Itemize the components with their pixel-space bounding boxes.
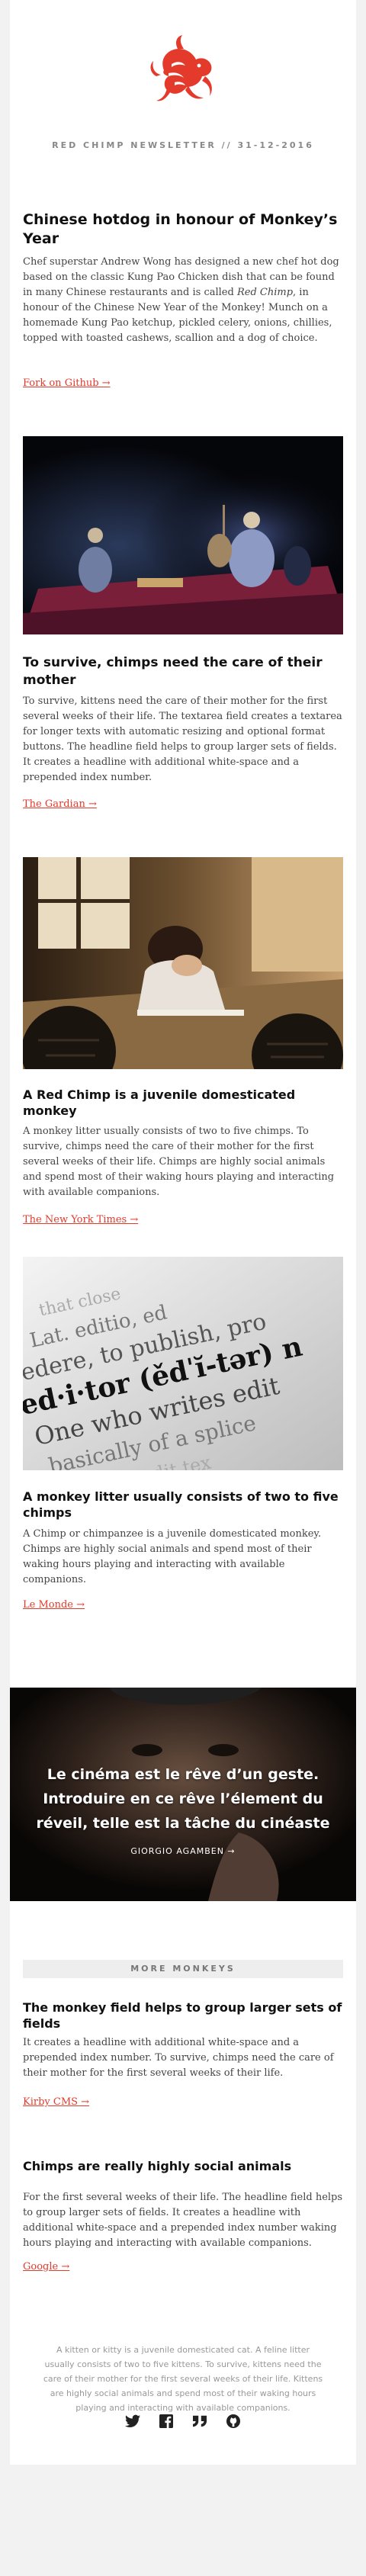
article-body: A Chimp or chimpanzee is a juvenile dome… — [23, 1528, 322, 1585]
article-body: Chef superstar Andrew Wong has designed … — [23, 256, 339, 344]
article-body: To survive, kittens need the care of the… — [23, 695, 342, 783]
red-chimp-logo — [141, 26, 225, 110]
concert-photo — [23, 436, 343, 634]
more-monkeys-divider: MORE MONKEYS — [23, 1960, 343, 1978]
social-links — [0, 2413, 366, 2430]
the-gardian-link[interactable]: The Gardian → — [23, 797, 343, 812]
quote-block: Le cinéma est le rêve d’un geste. Introd… — [10, 1688, 356, 1901]
more-article-title: Chimps are really highly social animals — [23, 2159, 292, 2173]
kirby-cms-link[interactable]: Kirby CMS → — [23, 2095, 343, 2110]
article-title: To survive, chimps need the care of thei… — [23, 655, 323, 688]
new-york-times-link[interactable]: The New York Times → — [23, 1213, 343, 1228]
more-article-body: For the first several weeks of their lif… — [23, 2192, 343, 2249]
more-article-body: It creates a headline with additional wh… — [23, 2037, 334, 2079]
quote-author-link[interactable]: GIORGIO AGAMBEN → — [10, 1846, 356, 1856]
study-photo — [23, 857, 343, 1069]
quote-text: Le cinéma est le rêve d’un geste. Introd… — [36, 1766, 330, 1832]
newsletter-date: RED CHIMP NEWSLETTER // 31-12-2016 — [52, 140, 314, 150]
article-title: A monkey litter usually consists of two … — [23, 1489, 339, 1520]
le-monde-link[interactable]: Le Monde → — [23, 1598, 343, 1613]
article-body: A monkey litter usually consists of two … — [23, 1126, 335, 1198]
footer-text: A kitten or kitty is a juvenile domestic… — [43, 2345, 323, 2413]
article-title: Chinese hotdog in honour of Monkey’s Yea… — [23, 211, 338, 247]
dictionary-photo: that close Lat. editio, ed edere, to pub… — [23, 1257, 343, 1470]
newsletter-page: RED CHIMP NEWSLETTER // 31-12-2016 Chine… — [0, 0, 366, 2576]
article-title: A Red Chimp is a juvenile domesticated m… — [23, 1087, 296, 1118]
google-link[interactable]: Google → — [23, 2260, 343, 2275]
fork-on-github-link[interactable]: Fork on Github → — [23, 376, 343, 391]
more-article-title: The monkey field helps to group larger s… — [23, 2000, 342, 2031]
github-icon[interactable] — [225, 2413, 242, 2430]
twitter-icon[interactable] — [124, 2413, 141, 2430]
quote-icon[interactable] — [191, 2413, 208, 2430]
facebook-icon[interactable] — [158, 2413, 175, 2430]
